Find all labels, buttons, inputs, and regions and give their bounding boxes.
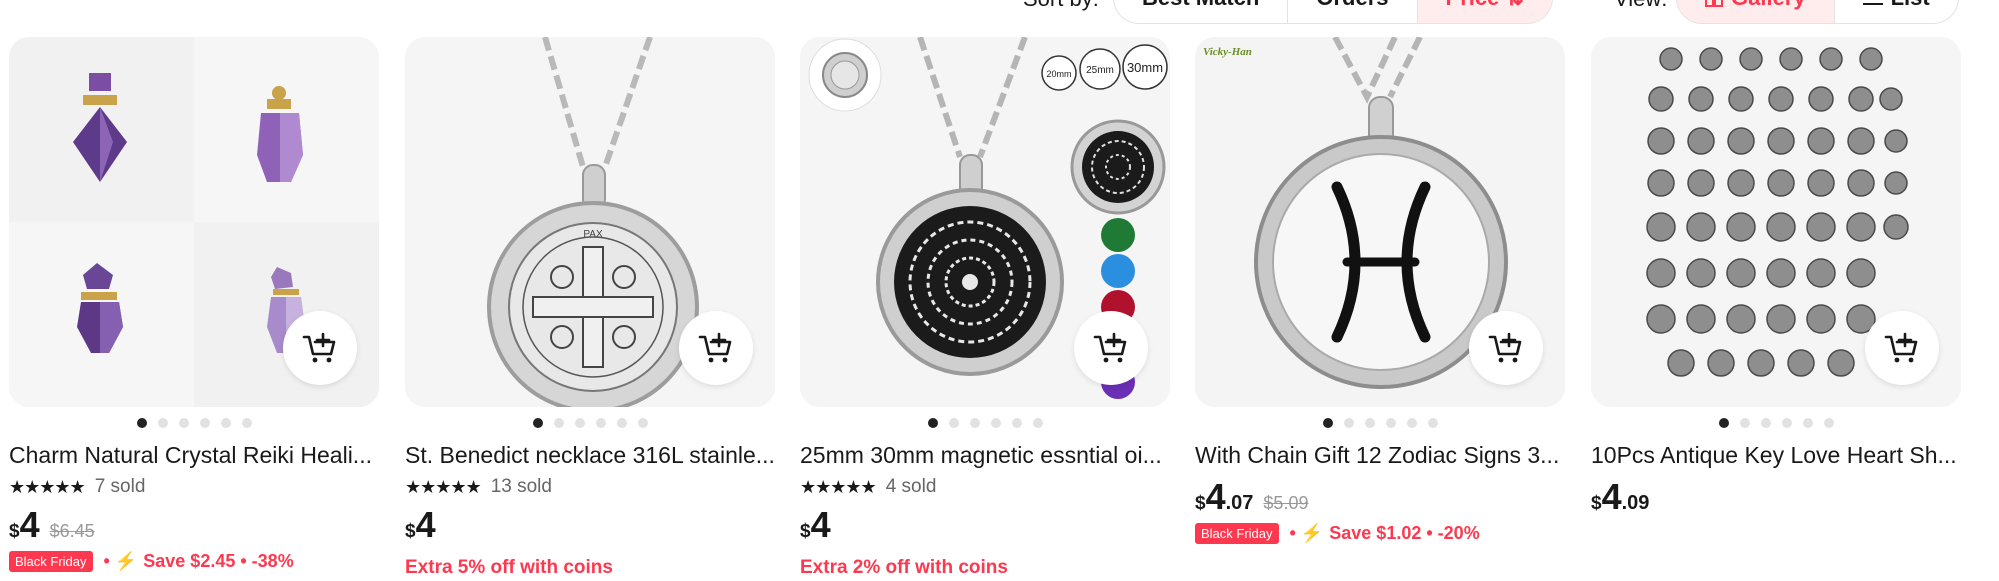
rating-row: ★★★★★ 13 sold [405,475,775,499]
size-label: 30mm [1127,60,1163,75]
price-decimal: .07 [1225,492,1254,514]
price-integer: 4 [415,504,436,545]
promo-row: Black Friday • ⚡ Save $1.02 • -20% [1195,523,1565,544]
size-label: 25mm [1086,65,1114,76]
image-pagination-dots[interactable] [800,418,1170,428]
sort-options: Best Match Orders Price ⇅ [1113,0,1553,24]
product-title[interactable]: Charm Natural Crystal Reiki Heali... [9,441,379,469]
image-pagination-dots[interactable] [9,418,379,428]
product-card[interactable]: Vicky-Han With Chain Gift 12 Zodiac Sign… [1195,37,1565,544]
price-currency: $ [800,521,811,542]
coins-offer: Extra 2% off with coins [800,557,1008,578]
product-card[interactable]: 10Pcs Antique Key Love Heart Sh... $ 4 .… [1591,37,1961,519]
black-friday-badge: Black Friday [1195,523,1279,544]
add-to-cart-button[interactable] [283,311,357,385]
price-integer: 4 [19,504,40,545]
black-friday-badge: Black Friday [9,551,93,572]
rating-stars-icon: ★★★★★ [800,476,877,497]
add-to-cart-button[interactable] [1469,311,1543,385]
add-to-cart-button[interactable] [1074,311,1148,385]
product-card[interactable]: Charm Natural Crystal Reiki Heali... ★★★… [9,37,379,572]
sort-view-bar: Sort by: Best Match Orders Price ⇅ View:… [0,0,1999,30]
rating-row: ★★★★★ 4 sold [800,475,1170,499]
sort-price-button[interactable]: Price ⇅ [1417,0,1552,23]
coins-offer: Extra 5% off with coins [405,557,613,578]
medal-inscription: PAX [583,229,603,240]
flash-bolt-icon: ⚡ [114,551,138,571]
view-list-label: List [1891,0,1930,11]
price: $ 4 .09 [1591,479,1961,519]
save-amount: Save $1.02 [1329,523,1422,543]
sold-count: 4 sold [885,476,937,497]
price: $ 4 .07 $5.09 [1195,479,1565,519]
add-to-cart-icon [1488,332,1522,363]
sold-count: 13 sold [490,476,552,497]
product-image[interactable]: Vicky-Han [1195,37,1565,407]
discount-percent: -38% [251,551,294,571]
product-image[interactable] [9,37,379,407]
image-pagination-dots[interactable] [1195,418,1565,428]
price-currency: $ [9,521,20,542]
original-price: $5.09 [1263,493,1309,513]
save-amount: Save $2.45 [143,551,236,571]
product-image[interactable]: 20mm 25mm 30mm [800,37,1170,407]
price: $ 4 [405,507,775,547]
add-to-cart-button[interactable] [679,311,753,385]
price-integer: 4 [1205,476,1226,517]
product-title[interactable]: 10Pcs Antique Key Love Heart Sh... [1591,441,1961,469]
add-to-cart-icon [698,332,732,363]
add-to-cart-icon [1884,332,1918,363]
sort-best-match-button[interactable]: Best Match [1114,0,1289,23]
product-card[interactable]: 20mm 25mm 30mm 25mm 30mm magnetic essnti… [800,37,1170,579]
product-title[interactable]: St. Benedict necklace 316L stainle... [405,441,775,469]
price-decimal: .09 [1621,492,1650,514]
discount-percent: -20% [1437,523,1480,543]
sort-orders-button[interactable]: Orders [1288,0,1418,23]
flash-bolt-icon: ⚡ [1300,523,1324,543]
price: $ 4 $6.45 [9,507,379,547]
view-gallery-label: Gallery [1731,0,1806,11]
brand-mark: Vicky-Han [1203,46,1252,58]
add-to-cart-icon [302,332,336,363]
price: $ 4 [800,507,1170,547]
size-label: 20mm [1046,69,1071,79]
rating-row: ★★★★★ 7 sold [9,475,379,499]
price-currency: $ [405,521,416,542]
view-label: View: [1614,0,1667,12]
sold-count: 7 sold [94,476,146,497]
price-currency: $ [1591,493,1602,514]
view-list-button[interactable]: List [1835,0,1958,23]
view-options: Gallery List [1676,0,1959,24]
price-currency: $ [1195,493,1206,514]
price-integer: 4 [810,504,831,545]
product-card[interactable]: PAX St. Benedict necklace 316L stainle..… [405,37,775,579]
product-image[interactable] [1591,37,1961,407]
rating-stars-icon: ★★★★★ [9,476,86,497]
add-to-cart-icon [1093,332,1127,363]
price-integer: 4 [1601,476,1622,517]
original-price: $6.45 [49,521,95,541]
product-image[interactable]: PAX [405,37,775,407]
add-to-cart-button[interactable] [1865,311,1939,385]
image-pagination-dots[interactable] [405,418,775,428]
product-title[interactable]: 25mm 30mm magnetic essntial oi... [800,441,1170,469]
promo-row: Black Friday • ⚡ Save $2.45 • -38% [9,551,379,572]
rating-stars-icon: ★★★★★ [405,476,482,497]
gallery-icon [1705,0,1723,7]
product-title[interactable]: With Chain Gift 12 Zodiac Signs 3... [1195,441,1565,469]
sort-label: Sort by: [1023,0,1099,12]
list-icon [1862,3,1883,5]
image-pagination-dots[interactable] [1591,418,1961,428]
view-gallery-button[interactable]: Gallery [1677,0,1835,23]
